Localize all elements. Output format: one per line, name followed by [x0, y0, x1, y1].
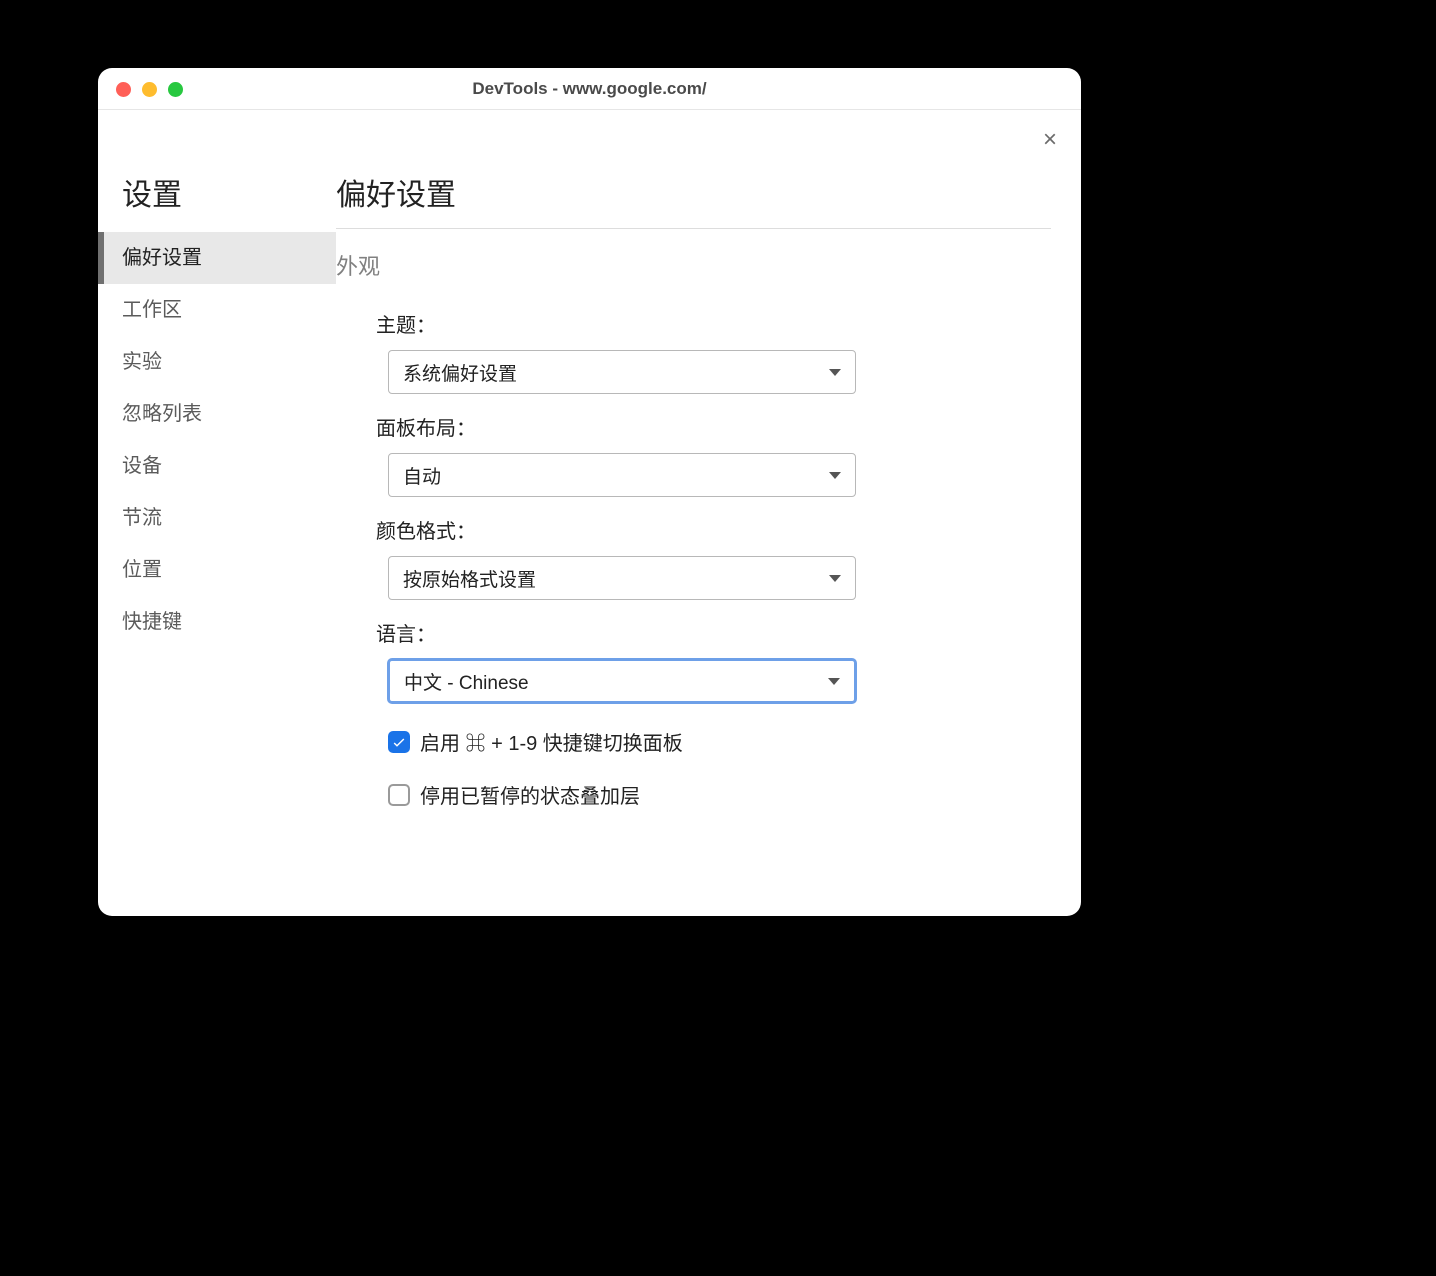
select-panel-layout[interactable]: 自动	[388, 453, 856, 497]
sidebar-item-ignore-list[interactable]: 忽略列表	[98, 388, 336, 440]
checkbox-overlay[interactable]	[388, 784, 410, 806]
select-language[interactable]: 中文 - Chinese	[388, 659, 856, 703]
select-color-format-value: 按原始格式设置	[403, 565, 536, 592]
label-panel-layout: 面板布局：	[376, 412, 1051, 441]
sidebar-item-workspace[interactable]: 工作区	[98, 284, 336, 336]
sidebar-item-devices[interactable]: 设备	[98, 440, 336, 492]
label-theme: 主题：	[376, 309, 1051, 338]
check-icon	[391, 734, 407, 750]
select-panel-layout-value: 自动	[403, 462, 441, 489]
window-title: DevTools - www.google.com/	[98, 79, 1081, 99]
label-color-format: 颜色格式：	[376, 515, 1051, 544]
close-icon[interactable]: ×	[1043, 128, 1057, 152]
window-controls	[116, 82, 183, 97]
sidebar-item-throttling[interactable]: 节流	[98, 492, 336, 544]
minimize-window-button[interactable]	[142, 82, 157, 97]
checkbox-shortcut-label: 启用 ⌘ + 1-9 快捷键切换面板	[420, 727, 683, 756]
settings-main: 偏好设置 外观 主题： 系统偏好设置 面板布局： 自动 颜色格式： 按	[336, 110, 1081, 916]
select-theme-value: 系统偏好设置	[403, 359, 517, 386]
checkbox-shortcut[interactable]	[388, 731, 410, 753]
titlebar: DevTools - www.google.com/	[98, 68, 1081, 110]
close-window-button[interactable]	[116, 82, 131, 97]
select-language-value: 中文 - Chinese	[404, 668, 529, 695]
settings-content: × 设置 偏好设置 工作区 实验 忽略列表 设备 节流 位置 快捷键 偏好设置 …	[98, 110, 1081, 916]
chevron-down-icon	[829, 472, 841, 479]
sidebar-item-experiments[interactable]: 实验	[98, 336, 336, 388]
chevron-down-icon	[828, 678, 840, 685]
sidebar-item-locations[interactable]: 位置	[98, 544, 336, 596]
page-title: 偏好设置	[336, 170, 1051, 229]
sidebar-item-preferences[interactable]: 偏好设置	[98, 232, 336, 284]
field-color-format: 颜色格式： 按原始格式设置	[336, 515, 1051, 600]
select-theme[interactable]: 系统偏好设置	[388, 350, 856, 394]
checkbox-row-shortcut[interactable]: 启用 ⌘ + 1-9 快捷键切换面板	[336, 727, 1051, 756]
chevron-down-icon	[829, 369, 841, 376]
checkbox-row-overlay[interactable]: 停用已暂停的状态叠加层	[336, 780, 1051, 809]
checkbox-overlay-label: 停用已暂停的状态叠加层	[420, 780, 640, 809]
select-color-format[interactable]: 按原始格式设置	[388, 556, 856, 600]
field-language: 语言： 中文 - Chinese	[336, 618, 1051, 703]
maximize-window-button[interactable]	[168, 82, 183, 97]
field-theme: 主题： 系统偏好设置	[336, 309, 1051, 394]
sidebar-title: 设置	[98, 170, 336, 232]
chevron-down-icon	[829, 575, 841, 582]
field-panel-layout: 面板布局： 自动	[336, 412, 1051, 497]
devtools-settings-window: DevTools - www.google.com/ × 设置 偏好设置 工作区…	[98, 68, 1081, 916]
sidebar-item-shortcuts[interactable]: 快捷键	[98, 596, 336, 648]
label-language: 语言：	[376, 618, 1051, 647]
section-appearance: 外观	[336, 249, 1051, 281]
settings-sidebar: 设置 偏好设置 工作区 实验 忽略列表 设备 节流 位置 快捷键	[98, 110, 336, 916]
